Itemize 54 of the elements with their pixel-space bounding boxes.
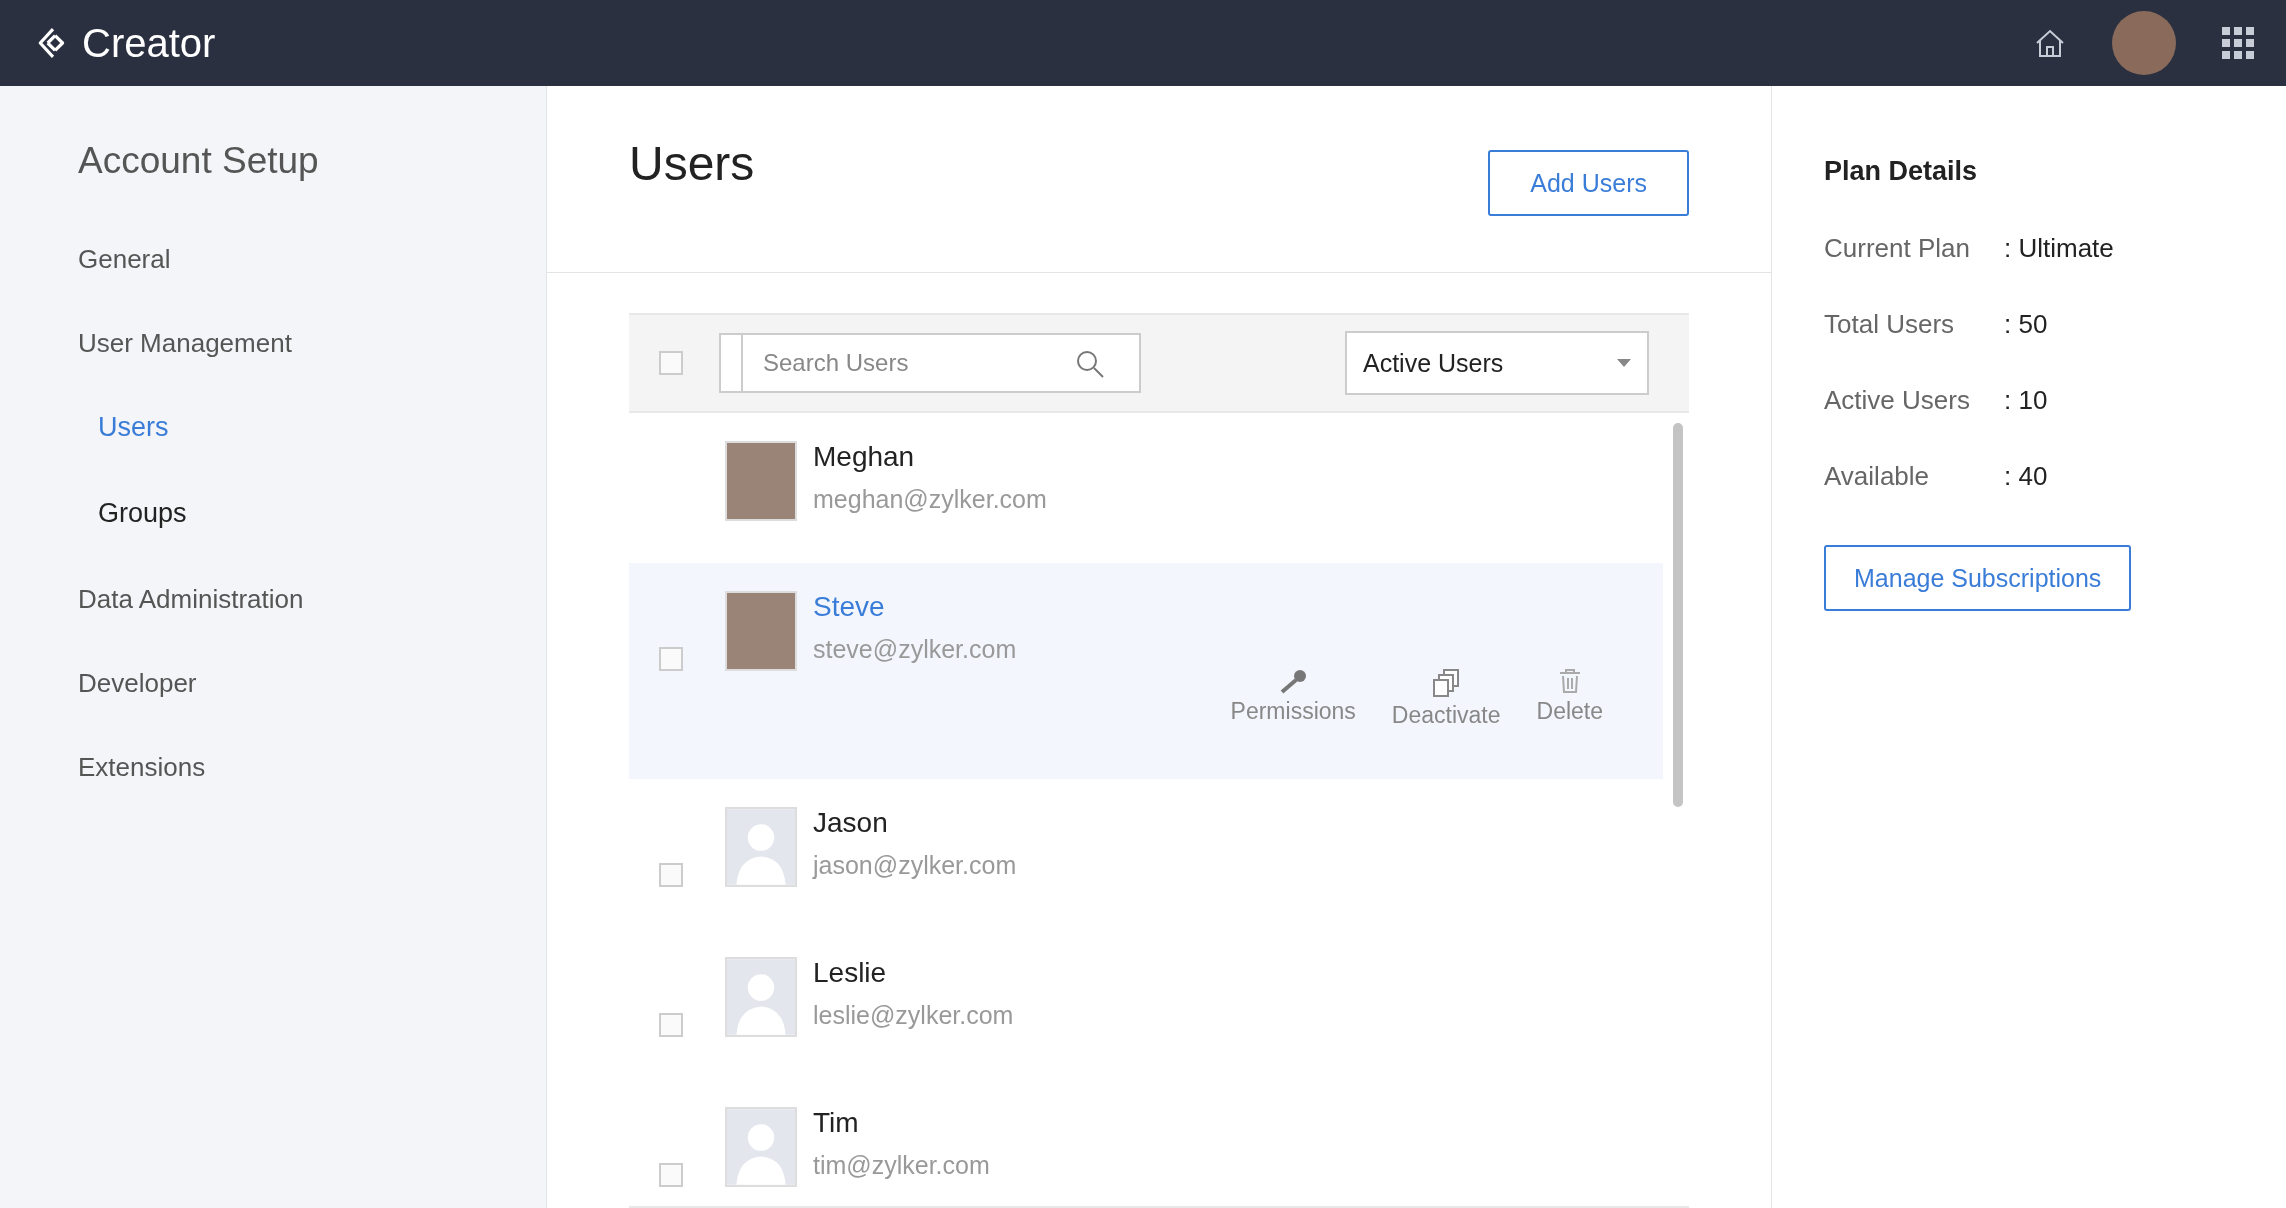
plan-value: : 50 bbox=[2004, 309, 2048, 341]
apps-grid-icon[interactable] bbox=[2222, 27, 2254, 59]
user-name: Leslie bbox=[813, 957, 888, 989]
search-icon[interactable] bbox=[1075, 349, 1105, 379]
key-icon bbox=[1278, 668, 1309, 694]
search-input[interactable]: Search Users bbox=[741, 333, 1141, 393]
plan-label: Current Plan bbox=[1824, 233, 1971, 265]
row-checkbox[interactable] bbox=[659, 1163, 683, 1187]
plan-value: : Ultimate bbox=[2004, 233, 2114, 265]
row-checkbox[interactable] bbox=[659, 647, 683, 671]
user-name: Tim bbox=[813, 1107, 860, 1139]
user-email: leslie@zylker.com bbox=[813, 1001, 1015, 1030]
plan-title: Plan Details bbox=[1824, 156, 1979, 187]
row-checkbox[interactable] bbox=[659, 1013, 683, 1037]
avatar-silhouette-icon bbox=[725, 1107, 797, 1187]
add-users-button[interactable]: Add Users bbox=[1488, 150, 1689, 216]
sidebar-title: Account Setup bbox=[78, 140, 320, 182]
app-name: Creator bbox=[82, 20, 216, 66]
plan-label: Active Users bbox=[1824, 385, 1971, 417]
user-name: Meghan bbox=[813, 441, 916, 473]
sidebar-item[interactable]: Extensions bbox=[78, 752, 546, 836]
sidebar-item[interactable]: Data Administration bbox=[78, 584, 546, 668]
select-all-checkbox[interactable] bbox=[659, 351, 683, 375]
user-row[interactable]: Jason jason@zylker.com bbox=[629, 779, 1663, 929]
page-title: Users bbox=[629, 136, 755, 191]
avatar-silhouette-icon bbox=[725, 807, 797, 887]
trash-icon bbox=[1557, 668, 1582, 694]
user-row[interactable]: Meghan meghan@zylker.com bbox=[629, 413, 1663, 563]
sidebar-subitem[interactable]: Users bbox=[78, 412, 546, 498]
plan-label: Total Users bbox=[1824, 309, 1956, 341]
row-checkbox[interactable] bbox=[659, 863, 683, 887]
home-icon[interactable] bbox=[2034, 28, 2066, 58]
plan-value: : 40 bbox=[2004, 461, 2048, 493]
sidebar-item[interactable]: User Management bbox=[78, 328, 546, 412]
filter-dropdown[interactable]: Active Users bbox=[1345, 331, 1649, 395]
user-row[interactable]: Leslie leslie@zylker.com bbox=[629, 929, 1663, 1079]
user-name: Jason bbox=[813, 807, 889, 839]
plan-value: : 10 bbox=[2004, 385, 2048, 417]
sidebar-subitem[interactable]: Groups bbox=[78, 498, 546, 584]
caret-icon bbox=[1617, 359, 1631, 367]
copy-icon bbox=[1431, 668, 1462, 698]
plan-label: Available bbox=[1824, 461, 1931, 493]
user-name: Steve bbox=[813, 591, 886, 623]
sidebar-item[interactable]: Developer bbox=[78, 668, 546, 752]
avatar-silhouette-icon bbox=[725, 957, 797, 1037]
sidebar-item[interactable]: General bbox=[78, 244, 546, 328]
user-row[interactable]: Steve steve@zylker.com Permissions Deactivate Delete bbox=[629, 563, 1663, 779]
user-email: jason@zylker.com bbox=[813, 851, 1018, 880]
user-email: meghan@zylker.com bbox=[813, 485, 1048, 514]
user-email: tim@zylker.com bbox=[813, 1151, 991, 1180]
manage-subscriptions-button[interactable]: Manage Subscriptions bbox=[1824, 545, 2132, 611]
scrollbar[interactable] bbox=[1673, 423, 1683, 807]
user-row[interactable]: Tim tim@zylker.com bbox=[629, 1079, 1663, 1206]
user-email: steve@zylker.com bbox=[813, 635, 1018, 664]
